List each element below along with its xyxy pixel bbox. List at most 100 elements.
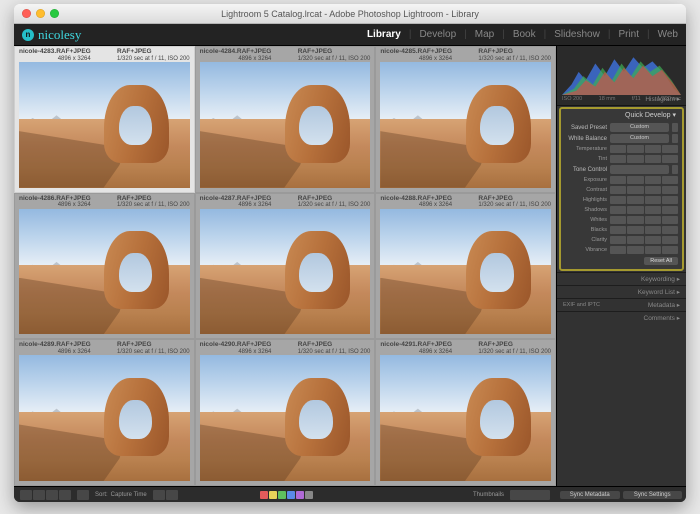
grid-cell[interactable]: nicole-4290.RAF+JPEG4896 x 3264 RAF+JPEG… xyxy=(195,339,376,486)
thumbnail[interactable] xyxy=(380,62,551,188)
module-web[interactable]: Web xyxy=(658,29,678,40)
temperature-label: Temperature xyxy=(565,146,607,152)
tint-label: Tint xyxy=(565,156,607,162)
temperature-stepper[interactable] xyxy=(610,145,678,153)
white-balance-label: White Balance xyxy=(565,136,607,142)
cell-format: RAF+JPEG xyxy=(298,341,371,349)
cell-format: RAF+JPEG xyxy=(117,195,190,203)
color-swatch[interactable] xyxy=(269,491,277,499)
tone-auto-button[interactable] xyxy=(610,165,669,174)
module-map[interactable]: Map xyxy=(475,29,494,40)
qd-shadows-stepper[interactable] xyxy=(610,206,678,214)
qd-blacks-label: Blacks xyxy=(565,227,607,233)
window-title: Lightroom 5 Catalog.lrcat - Adobe Photos… xyxy=(14,9,686,19)
module-book[interactable]: Book xyxy=(513,29,536,40)
grid-cell[interactable]: nicole-4288.RAF+JPEG4896 x 3264 RAF+JPEG… xyxy=(375,193,556,340)
grid-view[interactable]: nicole-4283.RAF+JPEG4896 x 3264 RAF+JPEG… xyxy=(14,46,556,486)
titlebar[interactable]: Lightroom 5 Catalog.lrcat - Adobe Photos… xyxy=(14,4,686,24)
color-swatch[interactable] xyxy=(305,491,313,499)
sort-label: Sort: xyxy=(95,492,108,498)
qd-vibrance-label: Vibrance xyxy=(565,247,607,253)
color-swatch[interactable] xyxy=(278,491,286,499)
thumbnail[interactable] xyxy=(380,355,551,481)
cell-filename: nicole-4289.RAF+JPEG xyxy=(19,341,91,349)
tint-stepper[interactable] xyxy=(610,155,678,163)
qd-highlights-stepper[interactable] xyxy=(610,196,678,204)
grid-cell[interactable]: nicole-4289.RAF+JPEG4896 x 3264 RAF+JPEG… xyxy=(14,339,195,486)
module-library[interactable]: Library xyxy=(367,29,401,40)
grid-cell[interactable]: nicole-4285.RAF+JPEG4896 x 3264 RAF+JPEG… xyxy=(375,46,556,193)
module-develop[interactable]: Develop xyxy=(419,29,456,40)
thumbnail[interactable] xyxy=(19,355,190,481)
module-print[interactable]: Print xyxy=(618,29,639,40)
white-balance-disclosure-icon[interactable] xyxy=(672,134,678,143)
white-balance-dropdown[interactable]: Custom xyxy=(610,134,669,143)
cell-format: RAF+JPEG xyxy=(478,195,551,203)
app-window: Lightroom 5 Catalog.lrcat - Adobe Photos… xyxy=(14,4,686,502)
view-mode-switcher[interactable] xyxy=(20,490,71,500)
keywording-header[interactable]: Keywording ▸ xyxy=(557,272,686,285)
thumbnail[interactable] xyxy=(200,62,371,188)
thumbnail[interactable] xyxy=(200,209,371,335)
histogram-aperture: f/11 xyxy=(632,96,641,102)
cell-filename: nicole-4288.RAF+JPEG xyxy=(380,195,452,203)
grid-toolbar: Sort: Capture Time Thumbnails xyxy=(14,486,556,502)
histogram-label[interactable]: Histogram ▸ xyxy=(645,95,680,103)
thumbnail-size-slider[interactable] xyxy=(510,490,550,500)
qd-clarity-label: Clarity xyxy=(565,237,607,243)
color-swatch[interactable] xyxy=(296,491,304,499)
histogram-iso: ISO 200 xyxy=(562,96,582,102)
sort-dropdown[interactable]: Capture Time xyxy=(111,492,147,498)
reset-all-button[interactable]: Reset All xyxy=(644,257,678,265)
saved-preset-label: Saved Preset xyxy=(565,125,607,131)
metadata-header[interactable]: EXIF and IPTC Metadata ▸ xyxy=(557,298,686,311)
thumbnail[interactable] xyxy=(19,209,190,335)
painter-icon[interactable] xyxy=(77,490,89,500)
qd-exposure-stepper[interactable] xyxy=(610,176,678,184)
thumbnail[interactable] xyxy=(200,355,371,481)
cell-filename: nicole-4290.RAF+JPEG xyxy=(200,341,272,349)
cell-filename: nicole-4287.RAF+JPEG xyxy=(200,195,272,203)
cell-filename: nicole-4283.RAF+JPEG xyxy=(19,48,91,56)
keyword-list-header[interactable]: Keyword List ▸ xyxy=(557,285,686,298)
cell-format: RAF+JPEG xyxy=(117,48,190,56)
grid-cell[interactable]: nicole-4291.RAF+JPEG4896 x 3264 RAF+JPEG… xyxy=(375,339,556,486)
metadata-preset[interactable]: EXIF and IPTC xyxy=(563,302,600,308)
qd-highlights-label: Highlights xyxy=(565,197,607,203)
module-bar: n nicolesy Library|Develop|Map|Book|Slid… xyxy=(14,24,686,46)
saved-preset-dropdown[interactable]: Custom xyxy=(610,123,669,132)
right-panel: ISO 200 18 mm f/11 1/320 sec Histogram ▸… xyxy=(556,46,686,486)
grid-cell[interactable]: nicole-4287.RAF+JPEG4896 x 3264 RAF+JPEG… xyxy=(195,193,376,340)
histogram-panel[interactable]: ISO 200 18 mm f/11 1/320 sec Histogram ▸ xyxy=(557,46,686,106)
module-slideshow[interactable]: Slideshow xyxy=(554,29,600,40)
tone-disclosure-icon[interactable] xyxy=(672,165,678,174)
color-swatch[interactable] xyxy=(287,491,295,499)
cell-format: RAF+JPEG xyxy=(298,48,371,56)
color-swatch[interactable] xyxy=(260,491,268,499)
qd-whites-stepper[interactable] xyxy=(610,216,678,224)
thumbnail[interactable] xyxy=(19,62,190,188)
grid-cell[interactable]: nicole-4286.RAF+JPEG4896 x 3264 RAF+JPEG… xyxy=(14,193,195,340)
thumbnail-size-label: Thumbnails xyxy=(473,492,504,498)
qd-contrast-stepper[interactable] xyxy=(610,186,678,194)
sync-bar: Sync Metadata Sync Settings xyxy=(556,486,686,502)
color-label-picker[interactable] xyxy=(260,491,313,499)
qd-clarity-stepper[interactable] xyxy=(610,236,678,244)
quick-develop-header[interactable]: Quick Develop ▾ xyxy=(565,111,678,121)
saved-preset-disclosure-icon[interactable] xyxy=(672,123,678,132)
qd-exposure-label: Exposure xyxy=(565,177,607,183)
grid-cell[interactable]: nicole-4283.RAF+JPEG4896 x 3264 RAF+JPEG… xyxy=(14,46,195,193)
brand-logo-icon: n xyxy=(22,29,34,41)
qd-vibrance-stepper[interactable] xyxy=(610,246,678,254)
rating-stepper[interactable] xyxy=(153,490,178,500)
qd-blacks-stepper[interactable] xyxy=(610,226,678,234)
cell-filename: nicole-4285.RAF+JPEG xyxy=(380,48,452,56)
sync-metadata-button[interactable]: Sync Metadata xyxy=(560,491,620,499)
comments-header[interactable]: Comments ▸ xyxy=(557,311,686,324)
cell-filename: nicole-4291.RAF+JPEG xyxy=(380,341,452,349)
identity-plate[interactable]: n nicolesy xyxy=(22,27,81,43)
thumbnail[interactable] xyxy=(380,209,551,335)
histogram-icon xyxy=(562,53,681,95)
sync-settings-button[interactable]: Sync Settings xyxy=(623,491,683,499)
grid-cell[interactable]: nicole-4284.RAF+JPEG4896 x 3264 RAF+JPEG… xyxy=(195,46,376,193)
